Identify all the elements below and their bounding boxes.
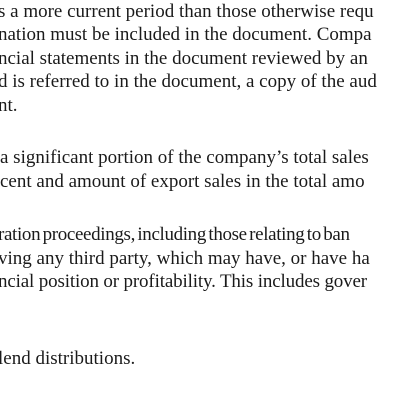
- text-line: d is referred to in the document, a copy…: [0, 71, 377, 92]
- text-line: ncial statements in the document reviewe…: [0, 48, 368, 69]
- text-line: s a more current period than those other…: [0, 1, 374, 22]
- text-line: ration proceedings, including those rela…: [0, 224, 350, 245]
- text-line: lend distributions.: [0, 348, 136, 369]
- document-page: s a more current period than those other…: [0, 0, 400, 400]
- text-line: nation must be included in the document.…: [0, 24, 372, 45]
- text-line: a significant portion of the company’s t…: [0, 147, 369, 168]
- text-line: cent and amount of export sales in the t…: [0, 171, 365, 192]
- text-line: ving any third party, which may have, or…: [0, 248, 370, 269]
- text-line: ncial position or profitability. This in…: [0, 271, 367, 292]
- text-line: nt.: [0, 95, 18, 116]
